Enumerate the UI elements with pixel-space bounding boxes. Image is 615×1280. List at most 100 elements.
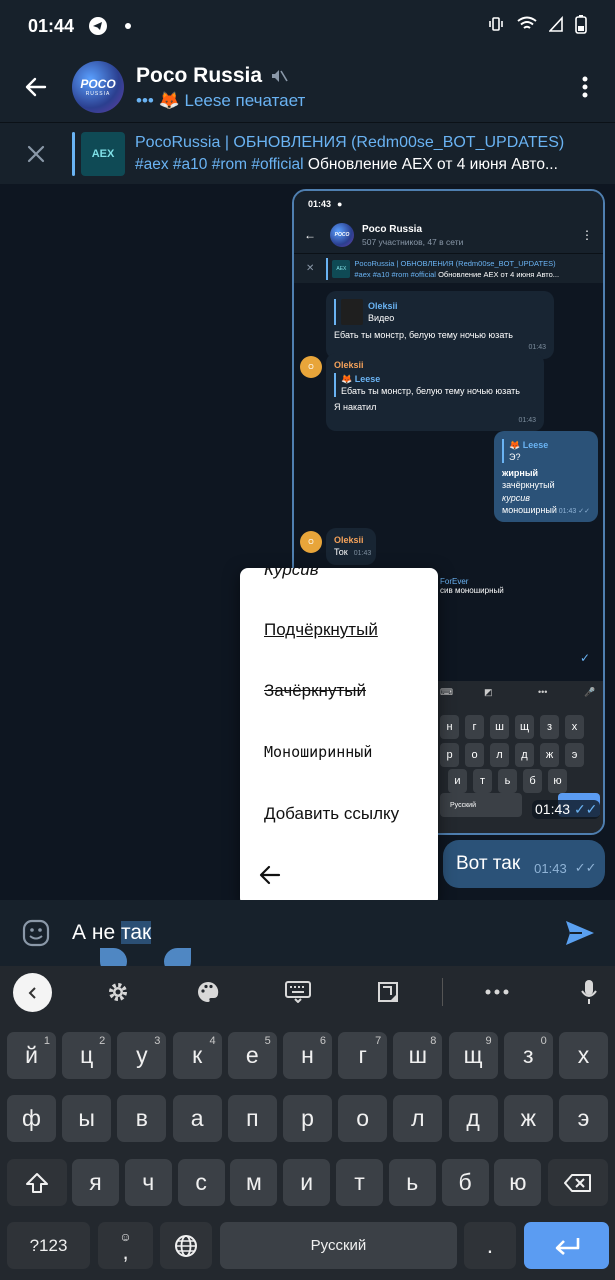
backspace-key[interactable] [548, 1159, 608, 1206]
more-menu-button[interactable] [555, 76, 615, 98]
chat-title: Poco Russia [136, 63, 263, 87]
back-arrow-icon [259, 865, 281, 885]
mini-reply-name: ForEver [440, 577, 469, 586]
key-label: э [577, 1105, 590, 1131]
key-в[interactable]: в [117, 1095, 167, 1142]
menu-back-button[interactable] [258, 863, 282, 892]
symbols-key[interactable]: ?123 [7, 1222, 90, 1269]
key-д[interactable]: д [448, 1095, 498, 1142]
emoji-button[interactable] [0, 918, 72, 948]
key-hint: 1 [43, 1035, 50, 1047]
enter-key[interactable] [524, 1222, 609, 1269]
mini-key: о [465, 743, 484, 767]
key-к[interactable]: к4 [172, 1032, 222, 1079]
mini-more-icon: ••• [538, 687, 548, 697]
key-н[interactable]: н6 [283, 1032, 332, 1079]
keyboard-settings-button[interactable] [105, 979, 131, 1005]
key-я[interactable]: я [72, 1159, 119, 1206]
key-а[interactable]: а [172, 1095, 222, 1142]
pinned-message-bar[interactable]: AEX PocoRussia | ОБНОВЛЕНИЯ (Redm00se_BO… [0, 122, 615, 184]
key-р[interactable]: р [283, 1095, 332, 1142]
key-label: щ [463, 1042, 483, 1068]
keyboard-toolbar [0, 966, 615, 1018]
key-с[interactable]: с [177, 1159, 225, 1206]
key-ф[interactable]: ф [7, 1095, 56, 1142]
clipboard-button[interactable] [375, 979, 401, 1005]
key-щ[interactable]: щ9 [448, 1032, 498, 1079]
key-й[interactable]: й1 [7, 1032, 56, 1079]
key-ь[interactable]: ь [388, 1159, 436, 1206]
key-м[interactable]: м [230, 1159, 278, 1206]
mini-user-avatar: O [300, 531, 322, 553]
key-ц[interactable]: ц2 [62, 1032, 112, 1079]
chat-title-block[interactable]: Poco Russia ••• 🦊 Leese печатает [136, 64, 305, 111]
key-ю[interactable]: ю [494, 1159, 542, 1206]
keyboard-layout-button[interactable] [285, 979, 311, 1005]
menu-item-add-link[interactable]: Добавить ссылку [264, 804, 399, 824]
mini-mic-icon: 🎤 [584, 687, 596, 697]
key-з[interactable]: з0 [503, 1032, 553, 1079]
microphone-icon [581, 980, 597, 1004]
mini-key: р [440, 743, 459, 767]
send-button[interactable] [545, 919, 615, 947]
period-key[interactable]: . [464, 1222, 516, 1269]
keyboard-theme-button[interactable] [195, 979, 221, 1005]
telegram-icon [88, 16, 108, 36]
key-label: м [245, 1169, 262, 1195]
more-horizontal-icon [485, 989, 509, 995]
key-ж[interactable]: ж [503, 1095, 553, 1142]
key-hint: 3 [154, 1035, 161, 1047]
key-и[interactable]: и [283, 1159, 331, 1206]
mini-key: г [465, 715, 484, 739]
space-key[interactable]: Русский [220, 1222, 457, 1269]
comma-key[interactable]: ☺ , [98, 1222, 153, 1269]
backspace-icon [564, 1173, 591, 1192]
toolbar-divider [442, 978, 443, 1006]
mini-aex-icon: AEX [332, 259, 351, 278]
key-б[interactable]: б [441, 1159, 489, 1206]
key-т[interactable]: т [336, 1159, 383, 1206]
key-х[interactable]: х [559, 1032, 608, 1079]
voice-input-button[interactable] [576, 979, 602, 1005]
menu-item-strikethrough[interactable]: Зачёркнутый [264, 681, 366, 701]
pinned-close-button[interactable] [0, 144, 72, 164]
mini-key: ю [548, 769, 567, 793]
key-hint: 4 [209, 1035, 216, 1047]
keyboard-collapse-button[interactable] [13, 973, 52, 1012]
mini-quote-text: Ебать ты монстр, белую тему ночью юзать [341, 386, 520, 397]
key-ш[interactable]: ш8 [393, 1032, 443, 1079]
key-л[interactable]: л [393, 1095, 443, 1142]
mini-key: ш [490, 715, 509, 739]
language-key[interactable] [160, 1222, 212, 1269]
key-hint: 0 [540, 1035, 547, 1047]
menu-item-underline[interactable]: Подчёркнутый [264, 620, 378, 640]
chat-header: POCO RUSSIA Poco Russia ••• 🦊 Leese печа… [0, 52, 615, 122]
key-п[interactable]: п [227, 1095, 277, 1142]
mini-sender-name: Oleksii [334, 535, 364, 545]
mini-message-time: 01:43 [353, 550, 372, 558]
key-label: п [246, 1105, 259, 1131]
back-button[interactable] [0, 52, 72, 122]
chat-avatar[interactable]: POCO RUSSIA [72, 61, 124, 113]
menu-item-italic[interactable]: Курсив [264, 568, 319, 580]
message-input[interactable]: А не так [72, 921, 152, 945]
outgoing-message[interactable]: Вот так 01:43 ✓✓ [443, 840, 605, 888]
key-о[interactable]: о [338, 1095, 388, 1142]
key-hint: 2 [99, 1035, 106, 1047]
mini-header: ← POCO Poco Russia 507 участников, 47 в … [294, 217, 603, 253]
pinned-text: Обновление AEX от 4 июня Авто... [307, 155, 558, 173]
mini-key: н [440, 715, 459, 739]
vibrate-icon [487, 15, 505, 38]
shift-key[interactable] [7, 1159, 67, 1206]
key-г[interactable]: г7 [338, 1032, 388, 1079]
key-е[interactable]: е5 [227, 1032, 277, 1079]
key-ы[interactable]: ы [62, 1095, 112, 1142]
key-ч[interactable]: ч [124, 1159, 172, 1206]
key-hint: 5 [264, 1035, 271, 1047]
menu-item-monospace[interactable]: Моноширинный [264, 743, 372, 761]
key-у[interactable]: у3 [117, 1032, 167, 1079]
key-label: ь [406, 1169, 419, 1195]
key-label: е [245, 1042, 259, 1068]
keyboard-more-button[interactable] [484, 979, 510, 1005]
key-э[interactable]: э [559, 1095, 608, 1142]
